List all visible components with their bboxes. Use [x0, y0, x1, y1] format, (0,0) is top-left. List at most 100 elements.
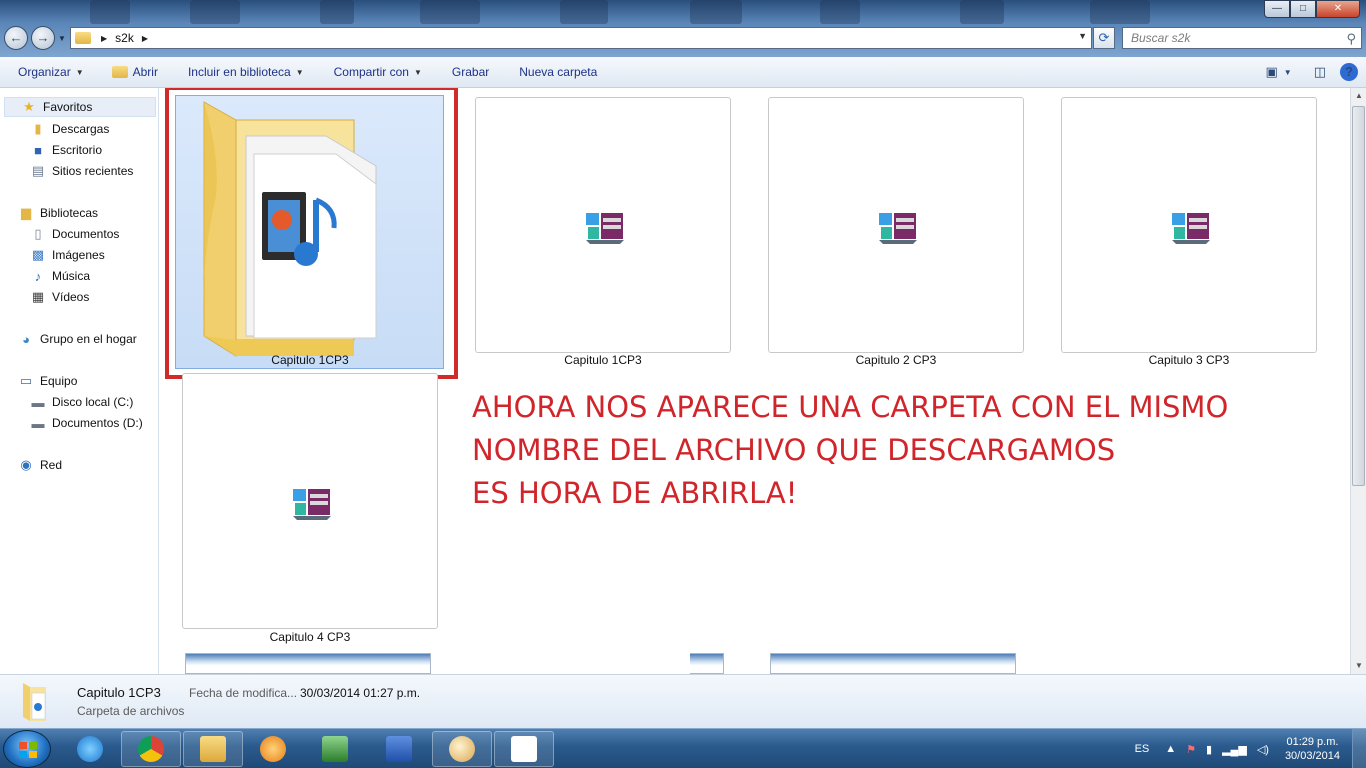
nav-libraries-label: Bibliotecas [40, 206, 99, 220]
details-item-type: Carpeta de archivos [77, 704, 185, 718]
rar-item-capitulo-2[interactable] [768, 97, 1024, 353]
volume-icon[interactable]: ◁) [1257, 743, 1269, 756]
maximize-button[interactable]: □ [1290, 0, 1316, 18]
nav-docs-drive[interactable]: ▬ Documentos (D:) [30, 413, 143, 433]
windows-logo-icon [19, 742, 37, 758]
homegroup-icon: ◕ [22, 331, 30, 347]
refresh-button[interactable]: ⟳ [1093, 27, 1115, 49]
erased-region [460, 558, 690, 674]
nav-computer[interactable]: ▭ Equipo [18, 371, 78, 391]
breadcrumb-chevron-icon[interactable]: ▶ [142, 34, 148, 43]
back-arrow-icon: ← [9, 30, 23, 45]
winrar-archive-icon [879, 213, 917, 244]
task-manager-button[interactable] [305, 731, 365, 767]
forward-button[interactable]: → [31, 26, 55, 50]
documents-icon: ▯ [34, 226, 42, 241]
breadcrumb-chevron-icon[interactable]: ▶ [101, 34, 107, 43]
scroll-up-icon[interactable]: ▲ [1351, 88, 1366, 104]
erased-region [1040, 538, 1350, 674]
open-button[interactable]: Abrir [111, 65, 158, 79]
chevron-down-icon: ▼ [413, 67, 422, 77]
word-button[interactable] [369, 731, 429, 767]
open-label: Abrir [132, 65, 158, 79]
winrar-icon [511, 736, 537, 762]
nav-downloads[interactable]: ▮ Descargas [30, 119, 109, 139]
clock[interactable]: 01:29 p.m. 30/03/2014 [1285, 735, 1340, 763]
scroll-down-icon[interactable]: ▼ [1351, 658, 1366, 674]
include-library-menu[interactable]: Incluir en biblioteca ▼ [188, 65, 304, 79]
organize-label: Organizar [18, 65, 71, 79]
rar-item-capitulo-1[interactable] [475, 97, 731, 353]
view-dropdown-icon[interactable]: ▼ [1284, 68, 1292, 77]
nav-downloads-label: Descargas [52, 122, 110, 136]
share-menu[interactable]: Compartir con ▼ [334, 65, 422, 79]
winrar-archive-icon [293, 489, 331, 520]
nav-docs-drive-label: Documentos (D:) [52, 416, 143, 430]
nav-videos[interactable]: ▦ Vídeos [30, 287, 90, 307]
scroll-thumb[interactable] [1352, 106, 1365, 486]
action-center-icon[interactable]: ⚑ [1186, 743, 1196, 756]
paint-button[interactable] [432, 731, 492, 767]
start-button[interactable] [3, 730, 51, 768]
view-options-icon[interactable]: ▣ [1265, 64, 1277, 80]
nav-network[interactable]: ◉ Red [18, 455, 62, 475]
search-placeholder: Buscar s2k [1131, 31, 1191, 45]
nav-desktop[interactable]: ■ Escritorio [30, 140, 102, 160]
show-hidden-icons-icon[interactable]: ▲ [1165, 743, 1176, 755]
clock-time: 01:29 p.m. [1286, 736, 1339, 748]
nav-local-disk-label: Disco local (C:) [52, 395, 134, 409]
annotation-line: AHORA NOS APARECE UNA CARPETA CON EL MIS… [472, 390, 1229, 424]
nav-local-disk[interactable]: ▬ Disco local (C:) [30, 392, 134, 412]
nav-favorites[interactable]: ★ Favoritos [4, 97, 156, 117]
burn-button[interactable]: Grabar [452, 65, 489, 79]
rar-item-capitulo-4[interactable] [182, 373, 438, 629]
image-thumbnail[interactable] [770, 653, 1016, 674]
show-desktop-button[interactable] [1352, 729, 1366, 768]
winrar-button[interactable] [494, 731, 554, 767]
nav-computer-label: Equipo [40, 374, 78, 388]
breadcrumb-segment[interactable]: s2k [115, 31, 134, 45]
preview-pane-icon[interactable]: ◫ [1314, 64, 1326, 80]
paint-palette-icon [449, 736, 475, 762]
battery-icon[interactable]: ▮ [1206, 743, 1212, 756]
new-folder-button[interactable]: Nueva carpeta [519, 65, 597, 79]
burn-label: Grabar [451, 65, 490, 79]
media-player-button[interactable] [243, 731, 303, 767]
recent-places-icon: ▤ [31, 163, 45, 178]
address-history-dropdown[interactable]: ▼ [1078, 31, 1087, 41]
signal-icon[interactable]: ▂▄▆ [1222, 743, 1247, 756]
file-explorer-button[interactable] [183, 731, 243, 767]
item-label: Capitulo 4 CP3 [269, 630, 351, 644]
organize-menu[interactable]: Organizar ▼ [18, 65, 84, 79]
chrome-button[interactable] [121, 731, 181, 767]
folder-icon [75, 32, 91, 44]
minimize-button[interactable]: — [1264, 0, 1290, 18]
nav-images[interactable]: ▩ Imágenes [30, 245, 105, 265]
vertical-scrollbar[interactable]: ▲ ▼ [1350, 88, 1366, 674]
nav-images-label: Imágenes [52, 248, 105, 262]
help-icon[interactable]: ? [1340, 63, 1358, 81]
folder-icon [200, 736, 226, 762]
image-thumbnail[interactable] [185, 653, 431, 674]
internet-explorer-button[interactable] [60, 731, 120, 767]
details-pane: Capitulo 1CP3 Carpeta de archivos Fecha … [0, 674, 1366, 728]
nav-music[interactable]: ♪ Música [30, 266, 90, 286]
nav-recent[interactable]: ▤ Sitios recientes [30, 161, 134, 181]
hard-drive-icon: ▬ [31, 415, 45, 431]
rar-item-capitulo-3[interactable] [1061, 97, 1317, 353]
item-label: Capitulo 3 CP3 [1148, 353, 1230, 367]
close-button[interactable]: ✕ [1316, 0, 1360, 18]
taskbar: ES ▲ ⚑ ▮ ▂▄▆ ◁) 01:29 p.m. 30/03/2014 [0, 728, 1366, 768]
address-bar[interactable]: ▶ s2k ▶ ▼ [70, 27, 1092, 49]
nav-libraries[interactable]: ▆ Bibliotecas [18, 203, 98, 223]
computer-icon: ▭ [19, 373, 33, 388]
language-indicator[interactable]: ES [1135, 743, 1150, 755]
recent-pages-dropdown[interactable]: ▼ [58, 34, 66, 43]
nav-documents-label: Documentos [52, 227, 120, 241]
share-label: Compartir con [333, 65, 409, 79]
search-input[interactable]: Buscar s2k ⚲ [1122, 27, 1362, 49]
nav-homegroup[interactable]: ◕ Grupo en el hogar [18, 329, 137, 349]
nav-documents[interactable]: ▯ Documentos [30, 224, 119, 244]
back-button[interactable]: ← [4, 26, 28, 50]
downloads-folder-icon: ▮ [34, 121, 42, 136]
